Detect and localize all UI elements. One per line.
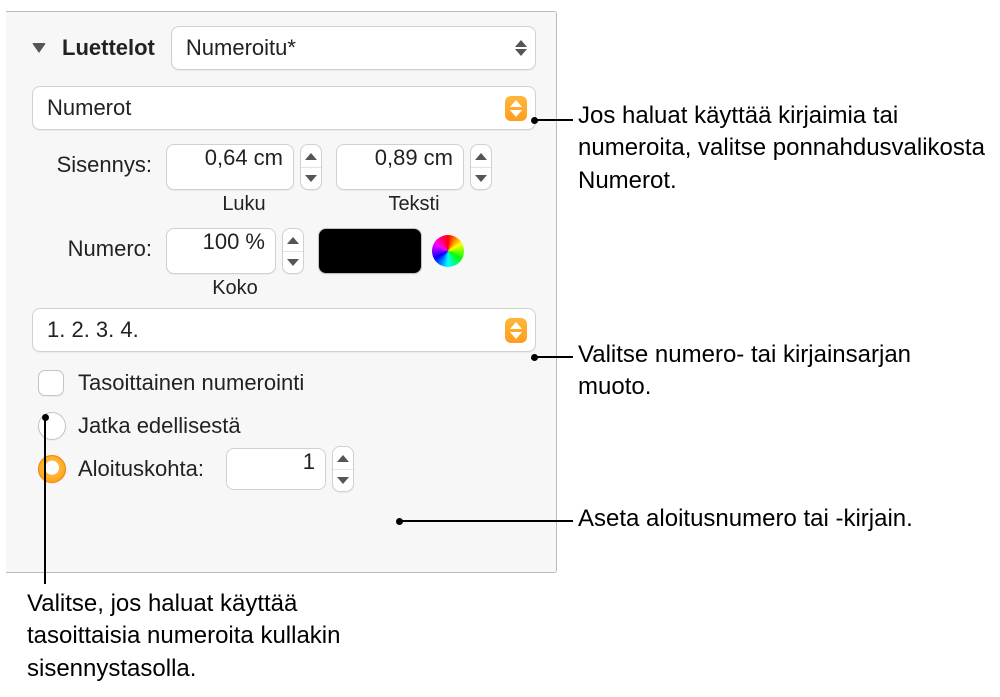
list-indent-stepper: 0,64 cm Luku [166,144,322,216]
indent-row: Sisennys: 0,64 cm Luku 0,89 cm Teksti [32,144,536,216]
chevron-up-icon [283,229,303,251]
list-style-value: Numeroitu* [186,35,296,61]
callout-text: Valitse, jos haluat käyttää tasoittaisia… [27,588,397,685]
start-from-radio[interactable] [38,455,66,483]
text-indent-input[interactable]: 0,89 cm [336,144,464,190]
callout-text: Valitse numero- tai kirjainsarjan muoto. [578,339,978,404]
number-row: Numero: 100 % Koko [32,228,536,300]
start-from-label: Aloituskohta: [78,456,204,482]
callout-leader [44,418,46,584]
text-indent-stepper-buttons[interactable] [470,144,492,190]
chevron-up-icon [333,447,353,469]
list-style-select[interactable]: Numeroitu* [171,26,536,70]
disclosure-triangle-icon[interactable] [32,43,46,53]
continue-label: Jatka edellisestä [78,413,241,439]
chevron-down-icon [471,167,491,189]
callout-text: Aseta aloitusnumero tai -kirjain. [578,503,978,535]
number-format-value: 1. 2. 3. 4. [47,317,139,343]
chevron-up-icon [301,145,321,167]
list-indent-caption: Luku [222,193,265,216]
select-arrows-icon [505,318,527,343]
tiered-numbering-label: Tasoittainen numerointi [78,370,304,396]
section-title: Luettelot [62,35,155,61]
tiered-numbering-row: Tasoittainen numerointi [38,370,536,396]
chevron-down-icon [333,469,353,491]
indent-label: Sisennys: [32,144,152,178]
chevron-down-icon [301,167,321,189]
select-arrows-icon [515,40,527,56]
tiered-numbering-checkbox[interactable] [38,370,64,396]
number-type-select[interactable]: Numerot [32,86,536,130]
callout-leader [400,520,573,522]
color-wheel-icon[interactable] [432,235,464,267]
callout-leader [535,119,573,121]
text-indent-caption: Teksti [388,193,439,216]
callout-leader [535,356,573,358]
select-arrows-icon [505,96,527,121]
number-type-value: Numerot [47,95,131,121]
number-size-stepper: 100 % Koko [166,228,304,300]
number-size-input[interactable]: 100 % [166,228,276,274]
number-label: Numero: [32,228,152,262]
start-from-input[interactable]: 1 [226,448,326,490]
number-size-stepper-buttons[interactable] [282,228,304,274]
text-indent-stepper: 0,89 cm Teksti [336,144,492,216]
list-indent-input[interactable]: 0,64 cm [166,144,294,190]
start-from-stepper-buttons[interactable] [332,446,354,492]
list-inspector-panel: Luettelot Numeroitu* Numerot Sisennys: 0… [6,11,557,573]
continue-radio-row: Jatka edellisestä [38,412,536,440]
callout-text: Jos haluat käyttää kirjaimia tai numeroi… [578,100,988,197]
chevron-down-icon [283,251,303,273]
start-from-radio-row: Aloituskohta: 1 [38,446,536,492]
list-indent-stepper-buttons[interactable] [300,144,322,190]
number-size-caption: Koko [212,277,258,300]
section-header-row: Luettelot Numeroitu* [32,26,536,70]
number-color-well[interactable] [318,228,422,274]
number-format-select[interactable]: 1. 2. 3. 4. [32,308,536,352]
chevron-up-icon [471,145,491,167]
